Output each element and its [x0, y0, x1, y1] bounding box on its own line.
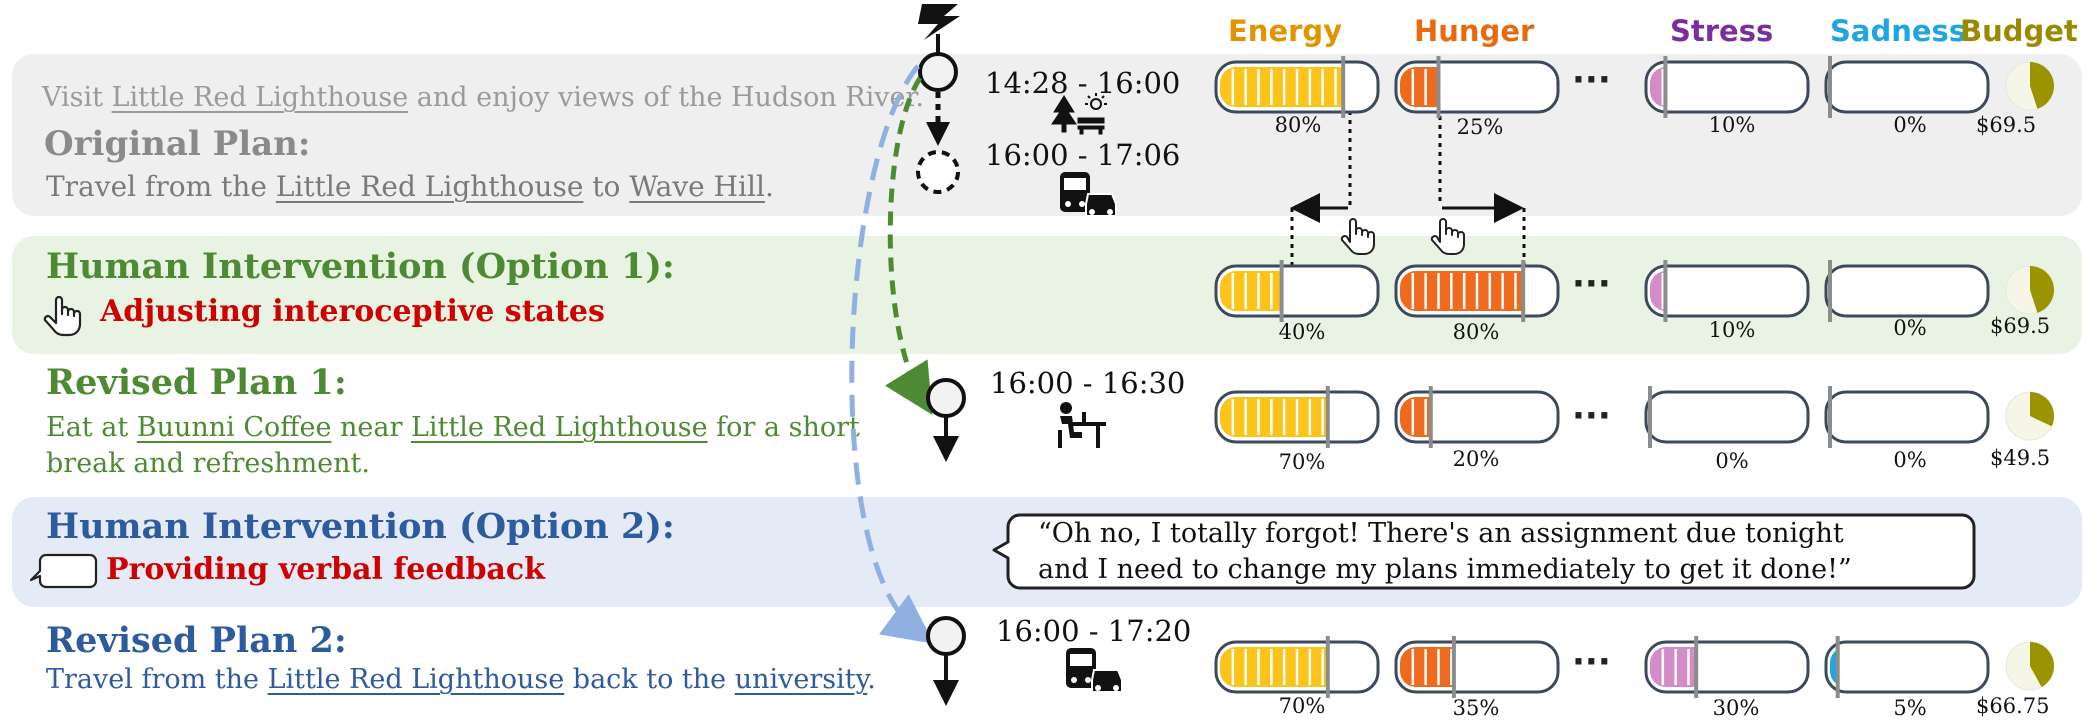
original-arrowhead: [926, 122, 950, 146]
sadness-gauge: [1824, 390, 1990, 444]
energy-gauge-fill: [1220, 647, 1328, 687]
hunger-gauge-fill: [1400, 271, 1524, 311]
energy-gauge-fill: [1220, 67, 1344, 107]
revised1-node: [926, 378, 966, 418]
bus-car-icon: [1060, 172, 1117, 217]
hand-cursor-icon: [1430, 218, 1465, 255]
diagram-overlay: [849, 4, 2055, 706]
sadness-gauge: [1824, 60, 1990, 114]
park-icon: [1051, 93, 1107, 135]
option1-transition-arrow: [884, 76, 933, 416]
stress-gauge: [1644, 390, 1810, 444]
hunger-gauge-fill: [1400, 67, 1439, 107]
stress-gauge: [1644, 60, 1810, 114]
option2-transition-arrow: [849, 64, 935, 644]
original-end-node: [916, 150, 960, 194]
energy-gauge-fill: [1220, 397, 1328, 437]
hand-cursor-icon: [1340, 218, 1375, 255]
sadness-gauge: [1824, 640, 1990, 694]
stress-gauge: [1644, 264, 1810, 318]
bus-car-icon: [1066, 648, 1123, 693]
hunger-adjust-annotation: [1438, 116, 1526, 282]
revised1-arrowhead: [933, 436, 959, 462]
revised2-node: [926, 616, 966, 656]
revised2-arrowhead: [933, 680, 959, 706]
sadness-gauge: [1824, 264, 1990, 318]
original-start-node: [918, 52, 958, 92]
hunger-gauge-fill: [1400, 647, 1454, 687]
person-desk-icon: [1058, 402, 1106, 448]
